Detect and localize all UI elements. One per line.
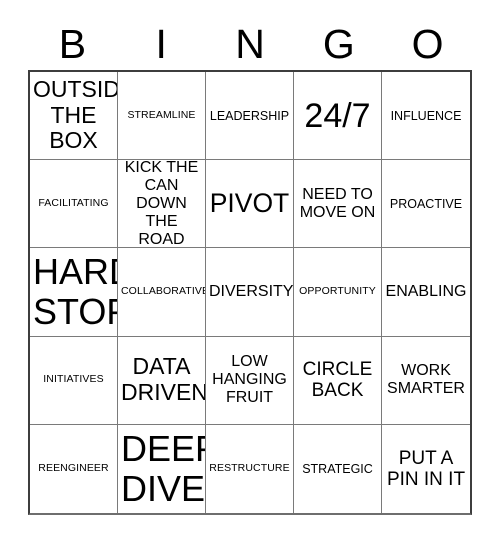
bingo-cell[interactable]: FACILITATING xyxy=(30,160,118,249)
bingo-cell-label: FACILITATING xyxy=(38,196,109,209)
bingo-cell-label: OPPORTUNITY xyxy=(299,285,376,298)
bingo-cell[interactable]: KICK THE CAN DOWN THE ROAD xyxy=(118,160,206,249)
bingo-cell-label: INITIATIVES xyxy=(43,373,104,386)
bingo-cell[interactable]: LOW HANGING FRUIT xyxy=(206,336,294,425)
bingo-cell-label: PIVOT xyxy=(209,187,290,218)
bingo-cell[interactable]: LEADERSHIP xyxy=(206,72,294,161)
bingo-cell-label: STRATEGIC xyxy=(302,461,373,476)
bingo-cell-label: NEED TO MOVE ON xyxy=(299,185,376,221)
bingo-header-letter-g: G xyxy=(322,20,355,67)
bingo-card: B I N G O OUTSIDE THE BOX STREAMLINE LEADE… xyxy=(0,0,500,544)
bingo-cell-label: REENGINEER xyxy=(38,462,109,475)
bingo-cell-label: DATA DRIVEN xyxy=(121,353,206,406)
bingo-cell[interactable]: DEEP DIVE xyxy=(118,424,206,513)
bingo-cell[interactable]: OUTSIDE THE BOX xyxy=(30,72,118,161)
bingo-cell[interactable]: PIVOT xyxy=(206,160,294,249)
bingo-cell[interactable]: WORK SMARTER xyxy=(382,336,470,425)
bingo-header-letter-b: B xyxy=(58,20,87,67)
bingo-cell-label: 24/7 xyxy=(304,96,371,135)
bingo-cell[interactable]: NEED TO MOVE ON xyxy=(294,160,382,249)
bingo-cell[interactable]: DIVERSITY xyxy=(206,248,294,337)
bingo-cell-label: LEADERSHIP xyxy=(209,108,290,123)
bingo-cell-label: KICK THE CAN DOWN THE ROAD xyxy=(124,160,199,248)
bingo-cell[interactable]: INFLUENCE xyxy=(382,72,470,161)
bingo-cell-label: COLLABORATIVE xyxy=(121,285,206,298)
bingo-cell[interactable]: REENGINEER xyxy=(30,424,118,513)
bingo-header-row: B I N G O xyxy=(28,18,472,70)
bingo-cell[interactable]: RESTRUCTURE xyxy=(206,424,294,513)
bingo-header-letter-o: O xyxy=(411,20,444,67)
bingo-cell[interactable]: STREAMLINE xyxy=(118,72,206,161)
bingo-cell[interactable]: STRATEGIC xyxy=(294,424,382,513)
bingo-cell[interactable]: INITIATIVES xyxy=(30,336,118,425)
bingo-cell[interactable]: 24/7 xyxy=(294,72,382,161)
bingo-header-letter-n: N xyxy=(235,20,265,67)
bingo-cell-label: ENABLING xyxy=(385,283,467,301)
bingo-cell-label: DEEP DIVE xyxy=(121,427,206,509)
bingo-header-letter-i: I xyxy=(155,20,167,67)
bingo-cell-label: PROACTIVE xyxy=(389,196,463,211)
bingo-cell-label: INFLUENCE xyxy=(390,108,462,123)
bingo-cell-label: OUTSIDE THE BOX xyxy=(33,75,117,154)
bingo-grid: OUTSIDE THE BOX STREAMLINE LEADERSHIP 24/7 I… xyxy=(28,70,472,515)
bingo-cell-label: RESTRUCTURE xyxy=(209,462,290,475)
bingo-cell-label: HARD STOP xyxy=(33,250,117,332)
bingo-cell[interactable]: CIRCLE BACK xyxy=(294,336,382,425)
bingo-cell[interactable]: OPPORTUNITY xyxy=(294,248,382,337)
bingo-cell-label: PUT A PIN IN IT xyxy=(386,447,466,490)
bingo-cell[interactable]: DATA DRIVEN xyxy=(118,336,206,425)
bingo-cell-label: STREAMLINE xyxy=(127,108,196,121)
bingo-cell[interactable]: COLLABORATIVE xyxy=(118,248,206,337)
bingo-cell[interactable]: HARD STOP xyxy=(30,248,118,337)
bingo-cell-label: WORK SMARTER xyxy=(387,362,465,398)
bingo-cell-label: LOW HANGING FRUIT xyxy=(212,353,287,407)
bingo-cell-label: DIVERSITY xyxy=(209,283,294,301)
bingo-cell[interactable]: ENABLING xyxy=(382,248,470,337)
bingo-cell[interactable]: PUT A PIN IN IT xyxy=(382,424,470,513)
bingo-cell-label: CIRCLE BACK xyxy=(302,358,373,402)
bingo-cell[interactable]: PROACTIVE xyxy=(382,160,470,249)
